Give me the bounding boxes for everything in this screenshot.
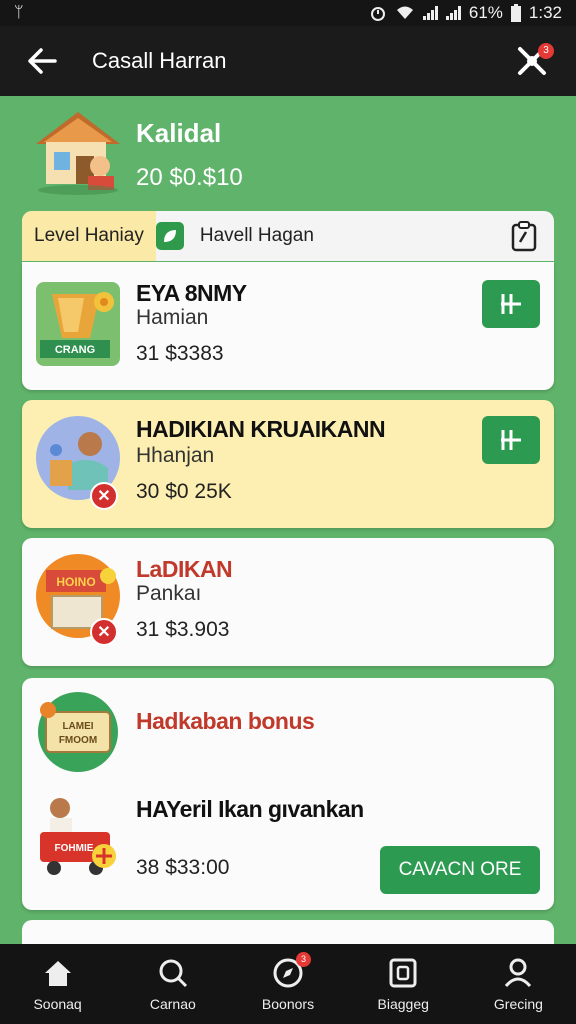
shop-house-icon	[36, 112, 120, 195]
level-name: Havell Hagan	[199, 225, 314, 246]
add-button[interactable]	[482, 280, 540, 328]
cart-text: FOHMIE	[55, 843, 94, 854]
bonus-sign-icon: LAMEI FMOOM	[38, 692, 118, 772]
plus-icon	[501, 430, 521, 450]
card-price: 30 $0 25K	[136, 480, 232, 503]
leaf-icon	[155, 222, 184, 250]
cart-badge: 3	[538, 43, 554, 59]
clipboard-icon[interactable]	[504, 216, 544, 256]
card-subtitle: Hamian	[136, 306, 209, 329]
nav-label: Soonaq	[33, 996, 82, 1012]
app-header: Casall Harran 3	[0, 26, 576, 96]
offer-card-3[interactable]: HOINO ✕ LaDIKAN Pankaı 31 $3.903	[22, 538, 554, 666]
nav-label: Boonors	[261, 996, 315, 1012]
bonus-card[interactable]: LAMEI FMOOM Hadkaban bonus FOHMIE HAYeri…	[22, 678, 554, 910]
card-subtitle: Hhanjan	[136, 444, 215, 467]
nav-label: Carnao	[149, 996, 196, 1012]
nav-label: Grecing	[493, 996, 543, 1012]
nav-search[interactable]: Carnao	[115, 944, 230, 1024]
cart-button[interactable]: 3	[510, 39, 554, 83]
alarm-icon	[370, 7, 385, 21]
card-price: 31 $3383	[136, 342, 224, 365]
card-title: EYA 8NMY	[136, 280, 247, 306]
card-title: HADIKIAN KRUAIKANN	[136, 416, 386, 442]
nav-badge: 3	[296, 952, 311, 967]
clock: 1:32	[528, 3, 562, 22]
hero-title: Kalidal	[136, 118, 222, 148]
status-bar: ᛘ 61% 1:32	[0, 0, 576, 26]
remove-icon[interactable]: ✕	[90, 482, 118, 510]
compass-icon: 3	[271, 952, 311, 990]
card-subtitle: Pankaı	[136, 582, 202, 605]
level-bar: Level Haniay Havell Hagan	[22, 211, 554, 261]
hero-balance: 20 $0.$10	[136, 164, 243, 191]
sign-text-2: FMOOM	[59, 735, 97, 746]
person-icon	[501, 956, 535, 990]
wifi-icon	[396, 6, 413, 19]
nav-bonus[interactable]: 3 Boonors	[230, 944, 345, 1024]
battery-icon	[510, 4, 521, 22]
nav-home[interactable]: Soonaq	[0, 944, 115, 1024]
bottom-nav: Soonaq Carnao 3 Boonors Biaggeg Grecing	[0, 944, 576, 1024]
home-icon	[41, 956, 75, 990]
back-button[interactable]	[22, 41, 62, 81]
card-price: 38 $33:00	[136, 856, 230, 879]
battery-percent: 61%	[468, 3, 503, 22]
level-tab[interactable]: Level Haniay	[22, 211, 156, 261]
nav-label: Biaggeg	[377, 996, 429, 1012]
page-title: Casall Harran	[92, 48, 227, 73]
hero-section: Kalidal 20 $0.$10	[30, 106, 550, 202]
search-icon	[156, 956, 190, 990]
offer-card-1[interactable]: CRANG EYA 8NMY Hamian 31 $3383	[22, 262, 554, 390]
bag-icon	[386, 956, 420, 990]
add-button[interactable]	[482, 416, 540, 464]
signal-icon-2	[445, 6, 461, 20]
card-title: LaDIKAN	[136, 556, 233, 582]
bonus-title: Hadkaban bonus	[136, 708, 315, 734]
claim-button[interactable]: CAVACN ORE	[380, 846, 540, 894]
bonus-item-title: HAYeril Ikan gıvankan	[136, 796, 364, 822]
nav-bag[interactable]: Biaggeg	[346, 944, 461, 1024]
cart-vendor-icon: FOHMIE	[40, 798, 116, 875]
card-price: 31 $3.903	[136, 618, 230, 641]
remove-icon[interactable]: ✕	[90, 618, 118, 646]
trophy-banner-icon: CRANG	[36, 282, 120, 366]
offer-card-2[interactable]: ✕ HADIKIAN KRUAIKANN Hhanjan 30 $0 25K	[22, 400, 554, 528]
sign-text: HOINO	[56, 575, 95, 589]
arrow-left-icon	[28, 48, 57, 74]
sign-text-1: LAMEI	[62, 721, 93, 732]
signal-icon	[422, 6, 438, 20]
plus-icon	[501, 294, 521, 314]
banner-text: CRANG	[55, 344, 95, 356]
usb-icon: ᛘ	[14, 4, 24, 21]
nav-profile[interactable]: Grecing	[461, 944, 576, 1024]
